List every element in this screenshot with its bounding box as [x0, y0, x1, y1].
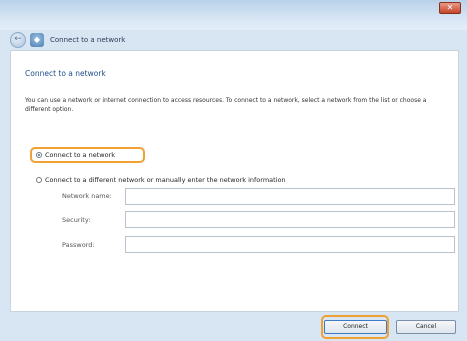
page-heading: Connect to a network	[25, 69, 106, 78]
option-manual[interactable]: Connect to a different network or manual…	[36, 176, 286, 184]
field-label-password: Password:	[62, 241, 95, 249]
network-icon: ◆	[30, 33, 44, 47]
password-input[interactable]	[125, 236, 455, 253]
security-input[interactable]	[125, 211, 455, 228]
radio-manual[interactable]	[36, 177, 42, 183]
network-name-input[interactable]	[125, 188, 455, 205]
back-arrow-icon[interactable]: ←	[10, 32, 26, 48]
close-button[interactable]: ✕	[439, 2, 461, 14]
highlight-option	[30, 147, 145, 163]
navigation-row: ← ◆ Connect to a network	[10, 30, 125, 50]
page-description: You can use a network or internet connec…	[25, 97, 427, 113]
highlight-connect	[321, 315, 389, 339]
field-label-security: Security:	[62, 216, 91, 224]
window-title: Connect to a network	[50, 36, 126, 44]
title-bar: ✕	[0, 0, 467, 30]
cancel-button[interactable]: Cancel	[396, 320, 456, 334]
option-manual-label: Connect to a different network or manual…	[45, 176, 286, 184]
wizard-window: ✕ ← ◆ Connect to a network Connect to a …	[0, 0, 467, 341]
field-label-network-name: Network name:	[62, 192, 112, 200]
